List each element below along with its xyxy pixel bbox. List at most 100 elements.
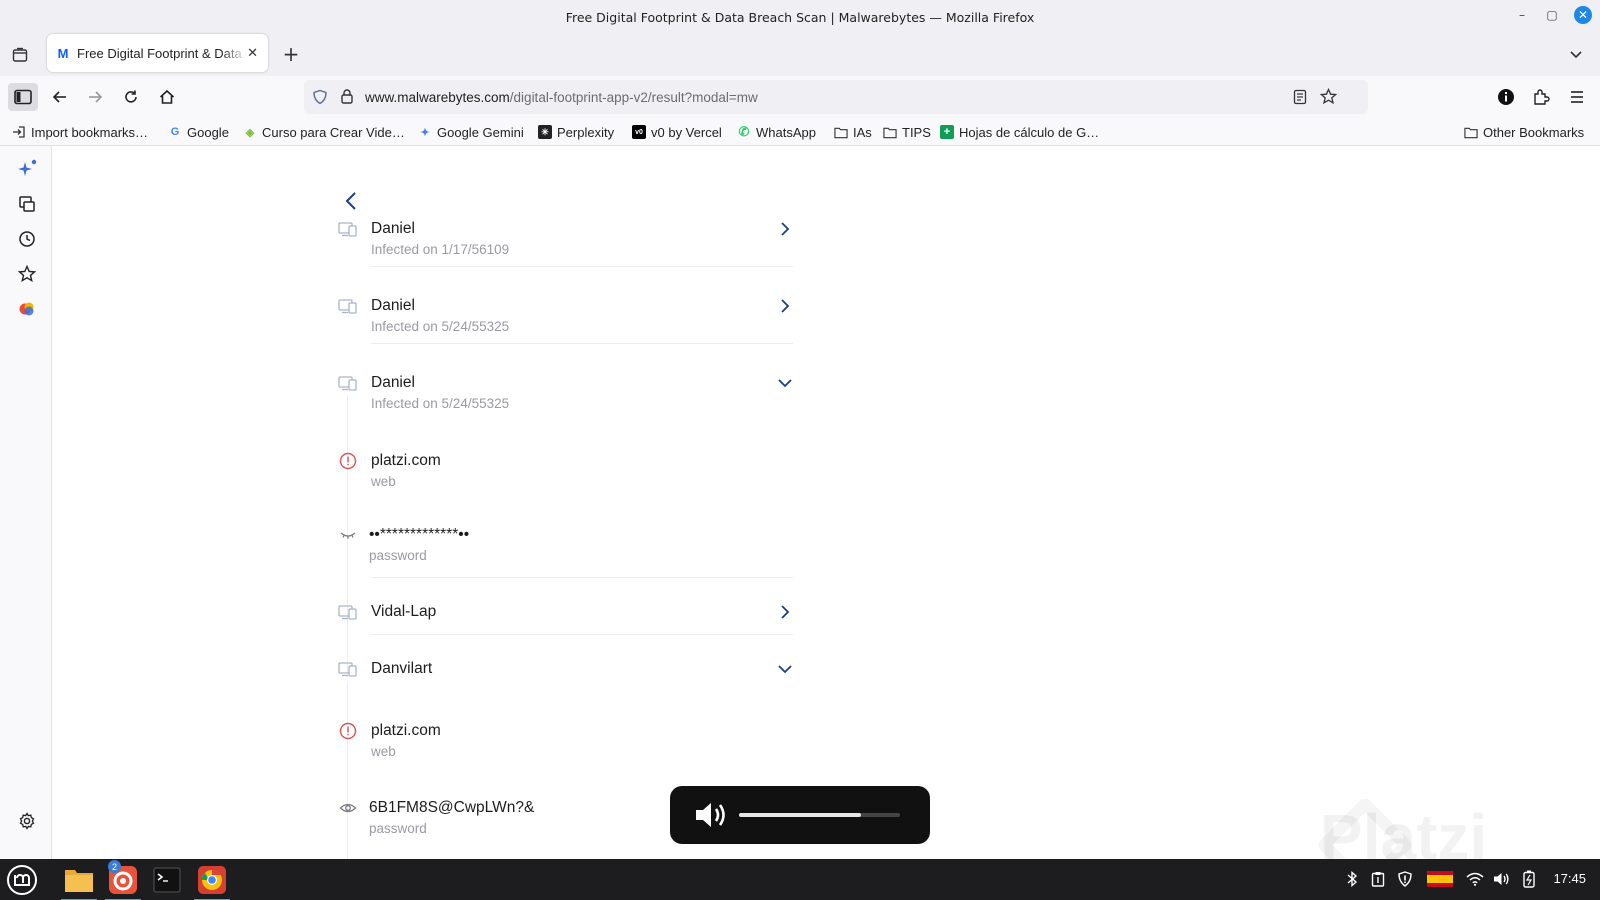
tab-malwarebytes[interactable]: M Free Digital Footprint & Data Breach S… — [47, 34, 268, 72]
maximize-button[interactable]: ▢ — [1544, 7, 1560, 23]
back-arrow-icon[interactable] — [45, 83, 75, 111]
chrome-icon[interactable] — [194, 862, 230, 900]
url-bar[interactable]: www.malwarebytes.com/digital-footprint-a… — [304, 80, 1368, 114]
wifi-icon[interactable] — [1465, 869, 1485, 889]
new-tab-button[interactable]: + — [280, 42, 302, 66]
alert-circle-icon — [338, 452, 358, 470]
spain-flag-keyboard-icon[interactable] — [1426, 869, 1454, 889]
device-icon — [338, 297, 358, 315]
history-clock-icon[interactable] — [16, 228, 38, 250]
home-icon[interactable] — [152, 83, 182, 111]
tab-title: Free Digital Footprint & Data Breach Sca… — [77, 45, 247, 61]
chevron-right-icon[interactable] — [776, 220, 794, 238]
eye-icon[interactable] — [338, 799, 358, 817]
chevron-down-icon[interactable] — [776, 660, 794, 678]
row-subtitle: password — [369, 548, 427, 563]
row-divider — [371, 343, 793, 344]
sidebar-toggle-icon[interactable] — [8, 83, 38, 111]
back-chevron-icon[interactable] — [341, 190, 361, 212]
bookmark-sheets[interactable]: + Hojas de cálculo de G… — [940, 122, 1099, 142]
bookmark-curso[interactable]: ◈ Curso para Crear Vide… — [243, 122, 405, 142]
extensions-icon[interactable] — [1526, 83, 1556, 111]
device-icon — [338, 603, 358, 621]
files-icon[interactable] — [61, 862, 97, 900]
perplexity-icon: ✳ — [538, 125, 552, 139]
row-title: Danvilart — [371, 660, 433, 677]
bookmarks-star-icon[interactable] — [16, 263, 38, 285]
tab-close-icon[interactable]: ✕ — [247, 46, 258, 61]
terminal-icon[interactable] — [149, 862, 185, 898]
bookmark-gemini[interactable]: ✦ Google Gemini — [418, 122, 523, 142]
volume-level-fill — [739, 813, 862, 817]
tab-list-icon[interactable] — [10, 45, 30, 65]
info-icon[interactable] — [1491, 83, 1521, 111]
folder-icon — [883, 125, 897, 139]
folder-icon — [1464, 125, 1478, 139]
chevron-right-icon[interactable] — [776, 297, 794, 315]
bookmark-folder-tips[interactable]: TIPS — [883, 122, 931, 142]
window-title: Free Digital Footprint & Data Breach Sca… — [565, 9, 1035, 25]
eye-closed-icon[interactable] — [338, 526, 358, 544]
browser-sidebar — [0, 146, 52, 859]
battery-icon[interactable] — [1519, 869, 1539, 889]
volume-icon[interactable] — [1492, 869, 1512, 889]
row-title: Vidal-Lap — [371, 603, 437, 620]
volume-track — [739, 813, 900, 817]
bookmark-import[interactable]: Import bookmarks… — [12, 122, 148, 142]
ai-sparkle-icon[interactable] — [16, 158, 38, 180]
bookmark-star-icon[interactable] — [1319, 87, 1338, 109]
shield-update-icon[interactable] — [1395, 869, 1415, 889]
revealed-password: 6B1FM8S@CwpLWn?& — [369, 799, 535, 816]
close-window-button[interactable]: ✕ — [1574, 6, 1592, 24]
curso-icon: ◈ — [245, 126, 255, 139]
clipboard-icon[interactable] — [1368, 869, 1388, 889]
firefox-badge: 2 — [108, 860, 121, 873]
firefox-icon[interactable]: 2 — [105, 860, 141, 900]
bookmark-whatsapp[interactable]: ✆ WhatsApp — [737, 122, 816, 142]
whatsapp-icon: ✆ — [738, 124, 750, 139]
gemini-icon: ✦ — [420, 126, 430, 139]
minimize-button[interactable]: – — [1514, 7, 1530, 23]
hamburger-menu-icon[interactable] — [1562, 83, 1592, 111]
window-titlebar: Free Digital Footprint & Data Breach Sca… — [0, 0, 1600, 34]
google-icon: G — [170, 126, 180, 138]
row-title: platzi.com — [371, 722, 441, 739]
shield-icon[interactable] — [312, 89, 328, 109]
row-subtitle: Infected on 5/24/55325 — [371, 396, 510, 411]
navigation-toolbar: www.malwarebytes.com/digital-footprint-a… — [0, 76, 1600, 118]
reload-icon[interactable] — [116, 83, 146, 111]
clock: 17:45 — [1553, 871, 1586, 886]
settings-gear-icon[interactable] — [16, 810, 38, 832]
volume-osd — [670, 786, 930, 844]
speaker-volume-icon — [694, 799, 730, 831]
reader-view-icon[interactable] — [1292, 89, 1308, 109]
forward-arrow-icon[interactable] — [80, 83, 110, 111]
bookmark-other-bookmarks[interactable]: Other Bookmarks — [1464, 122, 1584, 142]
row-title: Daniel — [371, 374, 415, 391]
chevron-right-icon[interactable] — [776, 603, 794, 621]
chevron-down-icon[interactable] — [1566, 44, 1586, 64]
row-subtitle: password — [369, 821, 427, 836]
menu-icon[interactable] — [4, 862, 40, 898]
bookmark-v0[interactable]: v0 v0 by Vercel — [632, 122, 722, 142]
bluetooth-icon[interactable] — [1342, 869, 1362, 889]
device-icon — [338, 374, 358, 392]
row-divider — [371, 577, 793, 578]
system-taskbar: 2 17:45 — [0, 859, 1600, 900]
lock-icon[interactable] — [340, 88, 354, 108]
bookmark-perplexity[interactable]: ✳ Perplexity — [538, 122, 614, 142]
extension-colorful-icon[interactable] — [16, 298, 38, 320]
bookmark-folder-ias[interactable]: IAs — [834, 122, 872, 142]
chevron-down-icon[interactable] — [776, 374, 794, 392]
bookmark-google[interactable]: G Google — [168, 122, 229, 142]
folder-icon — [834, 125, 848, 139]
device-icon — [338, 220, 358, 238]
bookmarks-toolbar: Import bookmarks… G Google ◈ Curso para … — [0, 118, 1600, 146]
tree-line — [347, 682, 348, 859]
sheets-icon: + — [940, 125, 954, 139]
url-text[interactable]: www.malwarebytes.com/digital-footprint-a… — [365, 90, 758, 105]
row-subtitle: web — [371, 744, 396, 759]
synced-tabs-icon[interactable] — [16, 193, 38, 215]
row-divider — [371, 634, 793, 635]
row-title: Daniel — [371, 297, 415, 314]
